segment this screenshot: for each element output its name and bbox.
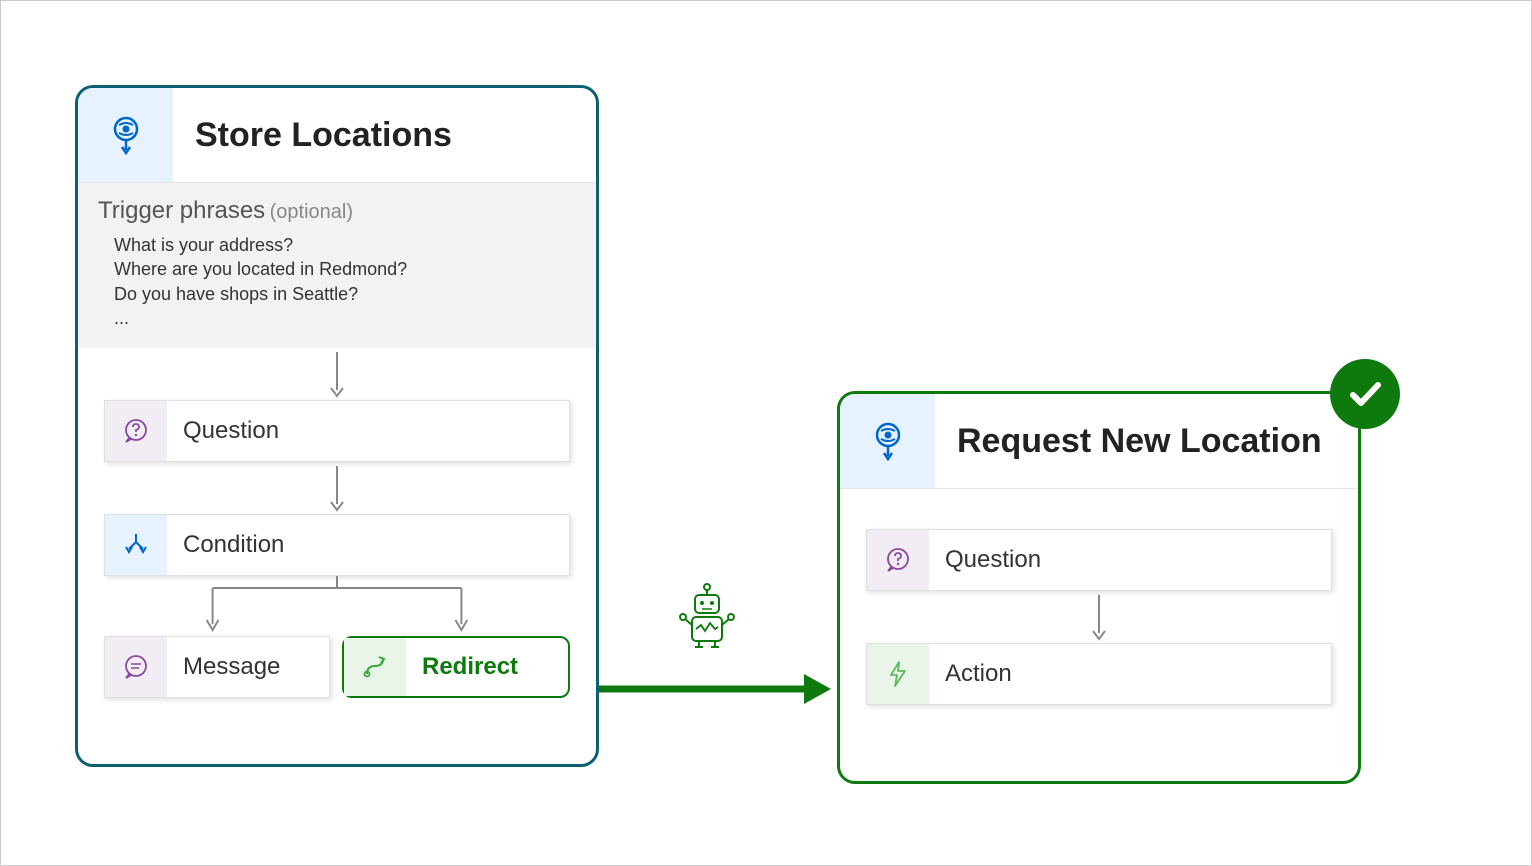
arrow-down-icon (78, 462, 596, 514)
trigger-phrase: What is your address? (114, 233, 576, 257)
arrow-down-icon (840, 591, 1358, 643)
redirect-arrow-icon (599, 669, 837, 709)
message-label: Message (167, 653, 329, 681)
trigger-label: Trigger phrases (98, 197, 265, 224)
condition-label: Condition (167, 531, 569, 559)
condition-node[interactable]: Condition (104, 514, 570, 576)
question-node[interactable]: Question (866, 529, 1332, 591)
trigger-phrases-section: Trigger phrases (optional) What is your … (78, 183, 596, 348)
split-connector (104, 576, 570, 636)
question-label: Question (167, 417, 569, 445)
action-icon (867, 644, 929, 704)
topic-card-store-locations: Store Locations Trigger phrases (optiona… (75, 85, 599, 767)
question-node[interactable]: Question (104, 400, 570, 462)
topic-title: Store Locations (173, 88, 596, 182)
trigger-optional: (optional) (270, 201, 353, 223)
redirect-icon (344, 638, 406, 696)
message-icon (105, 637, 167, 697)
trigger-phrase: ... (114, 306, 576, 330)
topic-icon (78, 88, 173, 182)
question-icon (105, 401, 167, 461)
topic-card-request-new-location: Request New Location Question (837, 391, 1361, 784)
topic-header: Store Locations (78, 88, 596, 183)
message-node[interactable]: Message (104, 636, 330, 698)
trigger-phrase: Where are you located in Redmond? (114, 257, 576, 281)
check-badge-icon (1330, 359, 1400, 429)
condition-icon (105, 515, 167, 575)
trigger-phrase: Do you have shops in Seattle? (114, 282, 576, 306)
arrow-down-icon (78, 348, 596, 400)
question-label: Question (929, 546, 1331, 574)
action-node[interactable]: Action (866, 643, 1332, 705)
robot-icon (677, 581, 737, 651)
topic-icon (840, 394, 935, 488)
redirect-label: Redirect (406, 653, 568, 681)
action-label: Action (929, 660, 1331, 688)
topic-title: Request New Location (935, 394, 1358, 488)
redirect-node[interactable]: Redirect (342, 636, 570, 698)
trigger-phrases-list: What is your address? Where are you loca… (98, 225, 576, 330)
topic-header: Request New Location (840, 394, 1358, 489)
question-icon (867, 530, 929, 590)
